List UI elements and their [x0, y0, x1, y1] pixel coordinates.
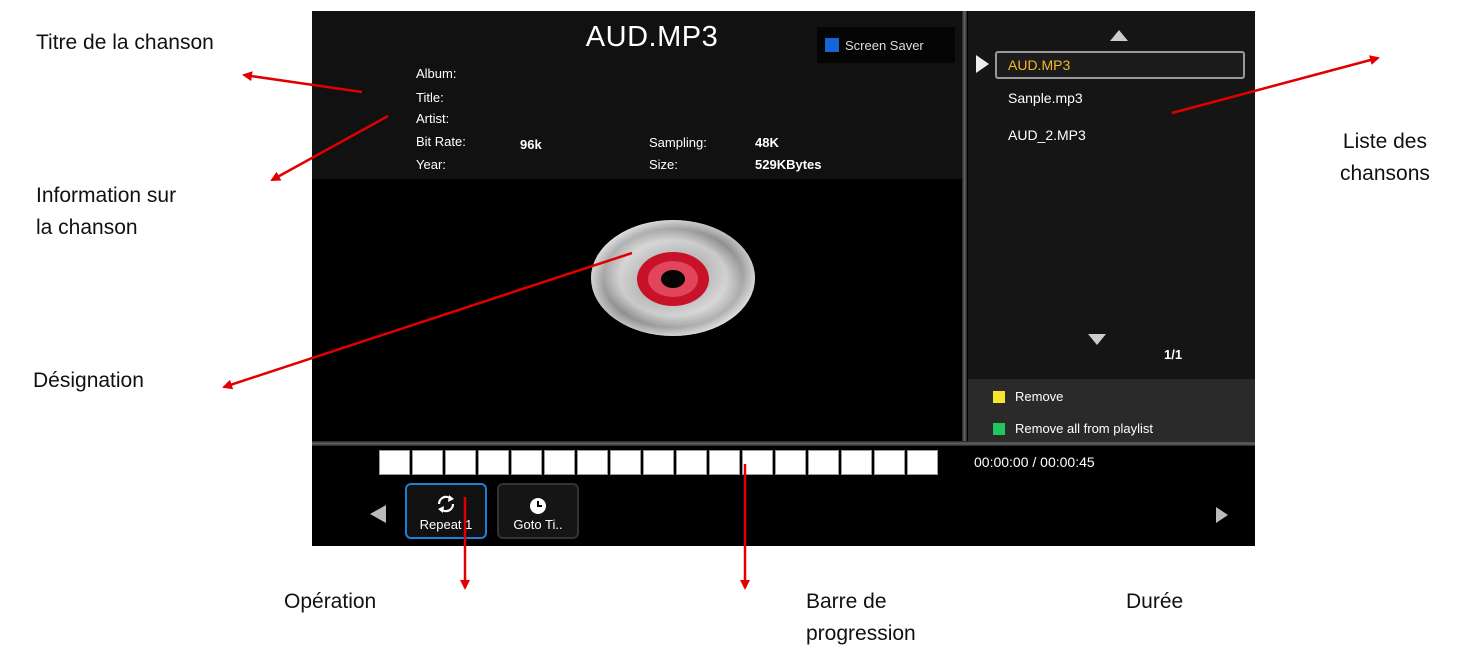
progress-segment	[742, 450, 773, 475]
remove-label: Remove	[1015, 389, 1064, 404]
size-label: Size:	[649, 157, 678, 172]
media-player-window: AUD.MP3 Screen Saver Album: Title: Artis…	[312, 11, 1255, 546]
repeat-button[interactable]: Repeat 1	[405, 483, 487, 539]
repeat-label: Repeat 1	[419, 517, 473, 532]
yellow-key-icon	[993, 390, 1005, 403]
title-label: Title:	[416, 90, 444, 105]
scroll-up-icon[interactable]	[1110, 30, 1128, 41]
progress-segment	[841, 450, 872, 475]
remove-button[interactable]: Remove	[993, 389, 1063, 404]
remove-all-label: Remove all from playlist	[1015, 421, 1153, 436]
annotation-progress: Barre de progression	[806, 590, 916, 645]
progress-segment	[874, 450, 905, 475]
progress-segment	[379, 450, 410, 475]
annotation-playlist: Liste des chansons	[1340, 130, 1430, 185]
bitrate-label: Bit Rate:	[416, 134, 466, 149]
year-label: Year:	[416, 157, 446, 172]
progress-segment	[907, 450, 938, 475]
progress-segment	[511, 450, 542, 475]
progress-bar[interactable]	[379, 450, 938, 475]
playlist-actions: Remove Remove all from playlist	[968, 379, 1255, 441]
progress-segment	[775, 450, 806, 475]
remove-all-button[interactable]: Remove all from playlist	[993, 421, 1153, 436]
size-value: 529KBytes	[755, 157, 822, 172]
screen-saver-button[interactable]: Screen Saver	[817, 27, 955, 63]
progress-segment	[643, 450, 674, 475]
playlist-item[interactable]: AUD.MP3	[995, 51, 1245, 79]
song-info-panel: AUD.MP3 Screen Saver Album: Title: Artis…	[312, 11, 962, 179]
annotation-artwork: Désignation	[33, 369, 144, 392]
vertical-divider	[962, 11, 967, 441]
horizontal-divider	[312, 441, 1255, 446]
progress-segment	[676, 450, 707, 475]
progress-segment	[478, 450, 509, 475]
annotation-operation: Opération	[284, 590, 377, 613]
artist-label: Artist:	[416, 111, 450, 126]
playlist-item[interactable]: AUD_2.MP3	[1008, 127, 1086, 143]
green-key-icon	[993, 422, 1005, 435]
annotation-duration: Durée	[1126, 590, 1184, 613]
previous-operation-icon[interactable]	[370, 505, 386, 523]
progress-segment	[610, 450, 641, 475]
album-label: Album:	[416, 66, 457, 81]
progress-segment	[808, 450, 839, 475]
playlist-panel: AUD.MP3 Sanple.mp3 AUD_2.MP3 1/1 Remove …	[968, 11, 1255, 441]
now-playing-icon	[976, 55, 989, 73]
cd-disc-icon	[591, 220, 755, 336]
sampling-label: Sampling:	[649, 135, 707, 150]
goto-time-label: Goto Ti..	[513, 517, 563, 532]
annotation-song-title: Titre de la chanson	[36, 31, 214, 54]
blue-key-icon	[825, 38, 839, 52]
goto-time-button[interactable]: Goto Ti..	[497, 483, 579, 539]
sampling-value: 48K	[755, 135, 779, 150]
annotation-song-info: Information sur la chanson	[36, 184, 177, 239]
scroll-down-icon[interactable]	[1088, 334, 1106, 345]
bitrate-value: 96k	[520, 137, 542, 152]
next-operation-icon[interactable]	[1216, 507, 1228, 523]
progress-segment	[412, 450, 443, 475]
time-display: 00:00:00 / 00:00:45	[974, 454, 1095, 470]
page-indicator: 1/1	[1164, 347, 1183, 362]
playlist-item[interactable]: Sanple.mp3	[1008, 90, 1083, 106]
progress-segment	[577, 450, 608, 475]
progress-segment	[445, 450, 476, 475]
repeat-icon	[437, 495, 455, 513]
clock-icon	[530, 498, 546, 514]
progress-segment	[709, 450, 740, 475]
progress-segment	[544, 450, 575, 475]
screen-saver-label: Screen Saver	[845, 37, 924, 53]
